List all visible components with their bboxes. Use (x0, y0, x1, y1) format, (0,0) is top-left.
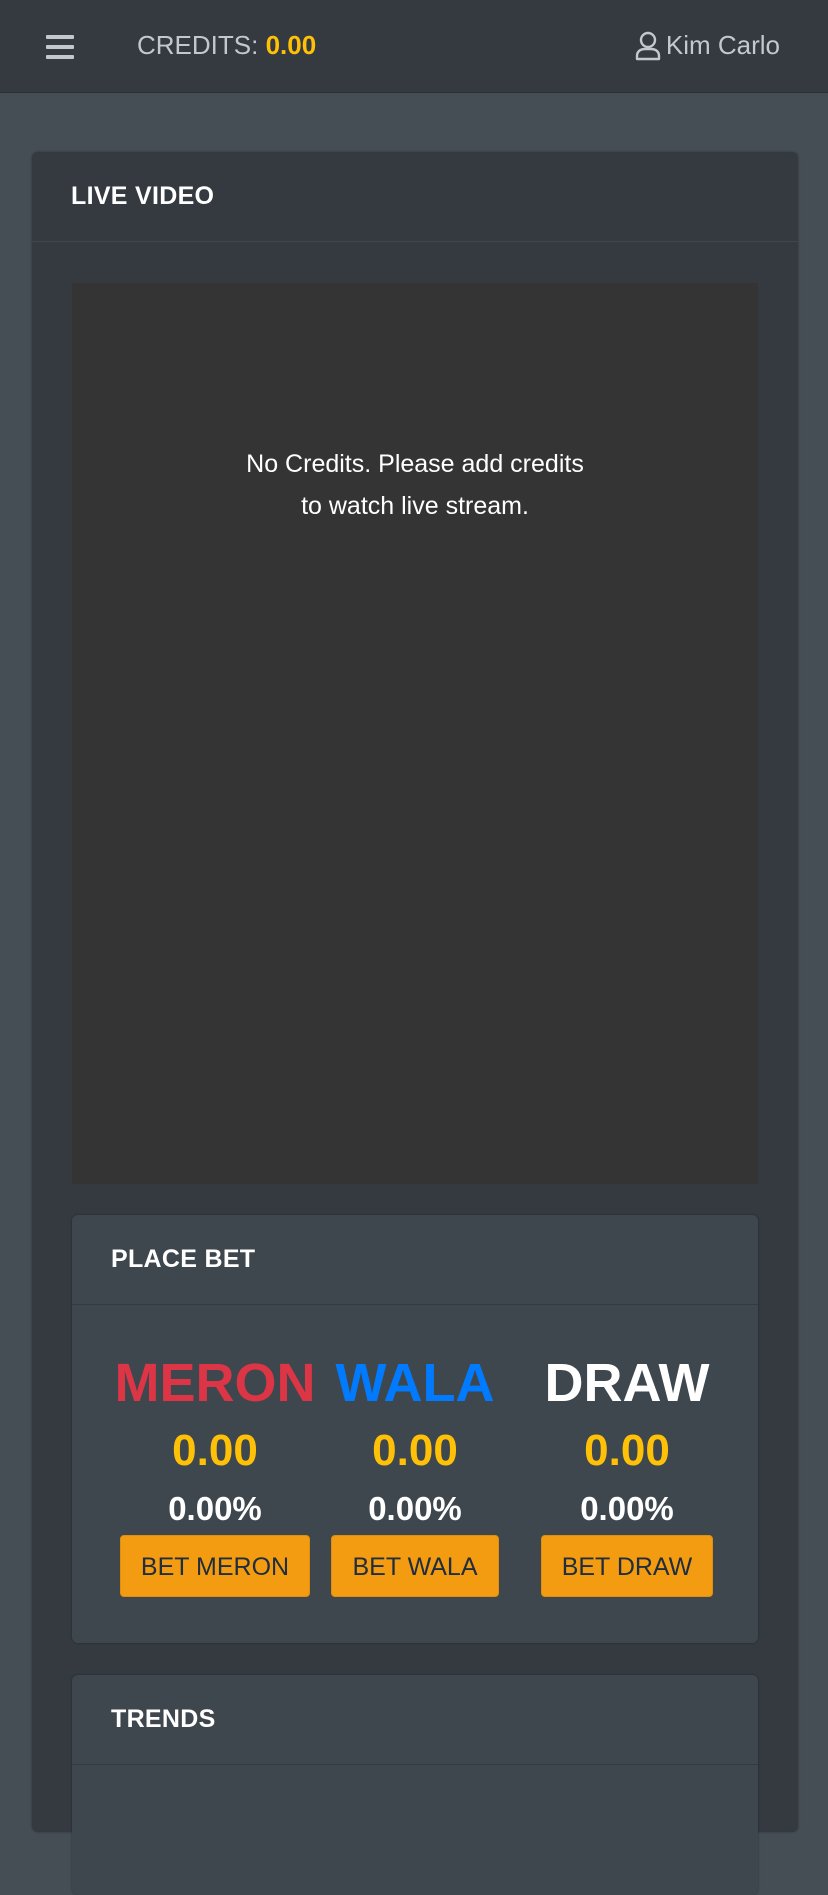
live-video-header: LIVE VIDEO (32, 152, 798, 242)
live-video-card: LIVE VIDEO No Credits. Please add credit… (32, 152, 798, 1895)
wala-label: WALA (335, 1353, 495, 1413)
hamburger-icon[interactable] (46, 35, 74, 59)
bet-wala-button[interactable]: BET WALA (331, 1535, 499, 1597)
no-credits-message: No Credits. Please add credits to watch … (72, 443, 758, 527)
place-bet-title: PLACE BET (111, 1245, 256, 1273)
bet-option-wala: WALA 0.00 0.00% BET WALA (305, 1353, 525, 1597)
video-player[interactable]: No Credits. Please add credits to watch … (72, 283, 758, 1184)
bet-meron-button[interactable]: BET MERON (119, 1535, 311, 1597)
bet-draw-button[interactable]: BET DRAW (540, 1535, 714, 1597)
credits-display: CREDITS: 0.00 (137, 30, 316, 61)
place-bet-header: PLACE BET (72, 1215, 758, 1305)
live-video-title: LIVE VIDEO (71, 182, 215, 210)
bet-option-meron: MERON 0.00 0.00% BET MERON (105, 1353, 325, 1597)
draw-amount: 0.00 (584, 1426, 670, 1475)
trends-title: TRENDS (111, 1705, 216, 1733)
credits-label: CREDITS: (137, 30, 259, 60)
user-menu[interactable]: Kim Carlo (634, 30, 780, 61)
meron-amount: 0.00 (172, 1426, 258, 1475)
bet-options: MERON 0.00 0.00% BET MERON WALA 0.00 0.0… (72, 1353, 758, 1613)
bet-option-draw: DRAW 0.00 0.00% BET DRAW (517, 1353, 737, 1597)
top-navbar: CREDITS: 0.00 Kim Carlo (0, 0, 828, 93)
credits-value: 0.00 (265, 30, 317, 60)
trends-card: TRENDS (72, 1675, 758, 1895)
draw-percent: 0.00% (580, 1490, 674, 1527)
place-bet-card: PLACE BET MERON 0.00 0.00% BET MERON WAL… (72, 1215, 758, 1643)
no-credits-message-line2: to watch live stream. (301, 492, 529, 520)
user-name: Kim Carlo (665, 30, 780, 60)
meron-percent: 0.00% (168, 1490, 262, 1527)
wala-percent: 0.00% (368, 1490, 462, 1527)
draw-label: DRAW (544, 1353, 710, 1413)
no-credits-message-line1: No Credits. Please add credits (246, 450, 584, 478)
wala-amount: 0.00 (372, 1426, 458, 1475)
trends-header: TRENDS (72, 1675, 758, 1765)
meron-label: MERON (114, 1353, 316, 1413)
user-icon (634, 31, 662, 61)
